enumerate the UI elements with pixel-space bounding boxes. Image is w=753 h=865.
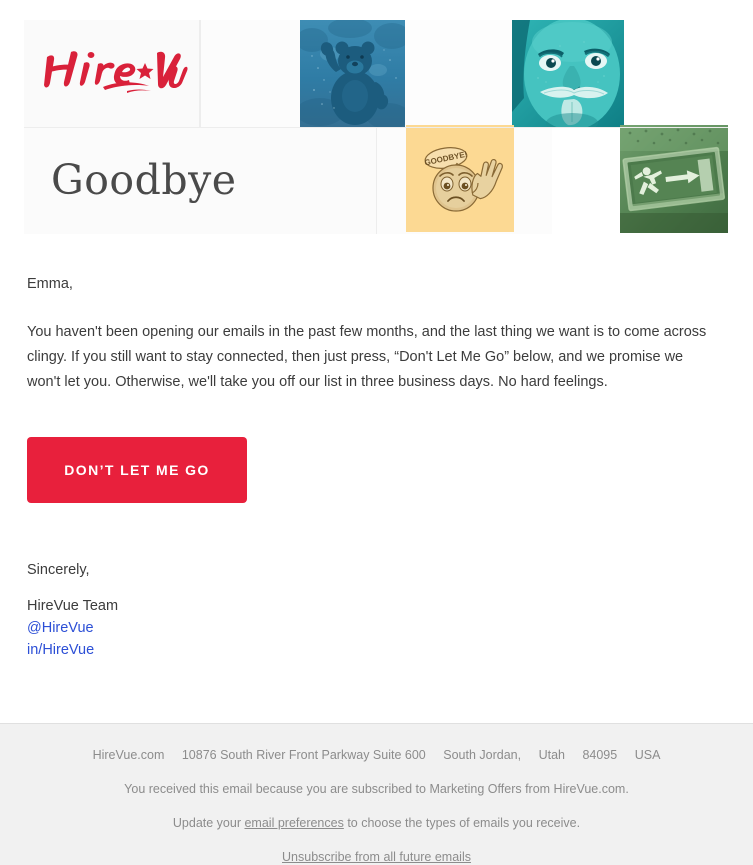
cta-container: DON’T LET ME GO — [27, 437, 247, 503]
preferences-row: Update your email preferences to choose … — [0, 816, 753, 831]
page-title: Goodbye — [51, 156, 237, 204]
waving-bear-image — [300, 20, 405, 127]
footer-zip: 84095 — [582, 748, 618, 762]
logo-cell — [24, 20, 200, 127]
email-body: Emma, You haven't been opening our email… — [27, 276, 717, 395]
unsubscribe-link[interactable]: Unsubscribe from all future emails — [282, 850, 471, 864]
subscription-notice: You received this email because you are … — [124, 782, 629, 796]
signature-team: HireVue Team — [27, 598, 119, 614]
grid-col-divider-1 — [200, 20, 201, 127]
exit-sign-image — [620, 125, 728, 233]
footer-city: South Jordan, — [443, 748, 522, 762]
footer-site: HireVue.com — [92, 748, 165, 762]
footer-country: USA — [634, 748, 661, 762]
tongue-face-image — [512, 20, 624, 127]
email-footer: HireVue.com 10876 South River Front Park… — [0, 723, 753, 865]
unsubscribe-row: Unsubscribe from all future emails — [0, 850, 753, 865]
preferences-suffix: to choose the types of emails you receiv… — [343, 816, 581, 830]
footer-street: 10876 South River Front Parkway Suite 60… — [181, 748, 426, 762]
twitter-link[interactable]: @HireVue — [27, 617, 94, 639]
salutation: Emma, — [27, 276, 73, 292]
footer-state: Utah — [538, 748, 565, 762]
footer-address: HireVue.com 10876 South River Front Park… — [0, 748, 753, 763]
body-paragraph: You haven't been opening our emails in t… — [27, 324, 707, 391]
dont-let-me-go-button[interactable]: DON’T LET ME GO — [27, 437, 247, 503]
hirevue-logo — [41, 43, 189, 105]
signature-block: Sincerely, HireVue Team @HireVue in/Hire… — [27, 559, 427, 661]
grid-col-divider-2 — [376, 127, 377, 234]
linkedin-link[interactable]: in/HireVue — [27, 639, 94, 661]
email-preferences-link[interactable]: email preferences — [244, 816, 343, 830]
email-header-collage: Goodbye GOODBYE! — [24, 20, 728, 234]
preferences-prefix: Update your — [172, 816, 245, 830]
goodbye-emoji-image: GOODBYE! — [406, 125, 514, 232]
headline-cell: Goodbye — [24, 127, 376, 234]
signature-closing: Sincerely, — [27, 562, 90, 578]
